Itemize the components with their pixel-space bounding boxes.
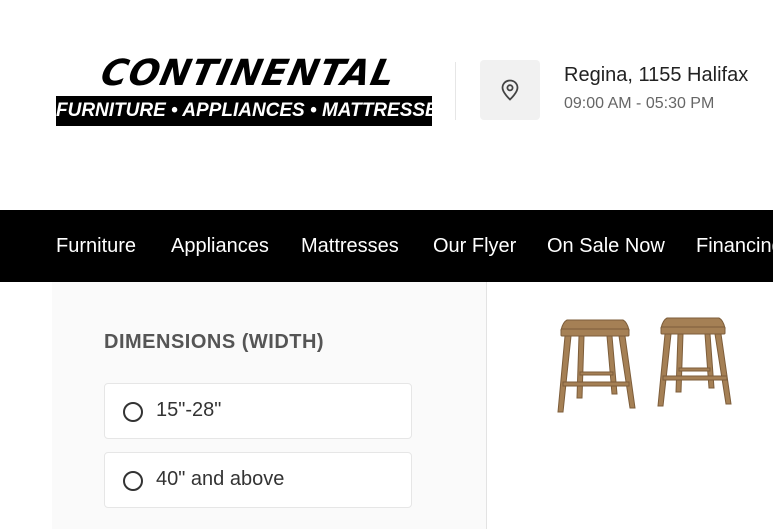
main-nav: Furniture Appliances Mattresses Our Flye… [0,210,773,282]
nav-item-our-flyer[interactable]: Our Flyer [433,210,516,282]
filter-option-15-28[interactable]: 15"-28" [104,383,412,439]
nav-item-mattresses[interactable]: Mattresses [301,210,399,282]
filter-heading-dimensions: DIMENSIONS (WIDTH) [104,331,325,353]
logo-tagline: FURNITURE • APPLIANCES • MATTRESSES [56,96,432,126]
store-hours: 09:00 AM - 05:30 PM [564,95,715,112]
continental-logo[interactable]: CONTINENTAL FURNITURE • APPLIANCES • MAT… [56,53,432,126]
site-header: CONTINENTAL FURNITURE • APPLIANCES • MAT… [0,0,773,210]
store-location-name[interactable]: Regina, 1155 Halifax [564,64,748,87]
filter-option-label: 15"-28" [156,399,222,421]
radio-unchecked-icon[interactable] [123,471,143,491]
nav-item-furniture[interactable]: Furniture [56,210,136,282]
nav-item-financing[interactable]: Financing [696,210,773,282]
header-divider [455,62,456,120]
radio-unchecked-icon[interactable] [123,402,143,422]
bar-stool-product-image[interactable] [553,312,743,418]
logo-wordmark: CONTINENTAL [97,53,400,94]
store-location-button[interactable] [480,60,540,120]
map-pin-icon [501,79,519,101]
filter-option-label: 40" and above [156,468,285,490]
nav-item-appliances[interactable]: Appliances [171,210,269,282]
nav-item-on-sale-now[interactable]: On Sale Now [547,210,665,282]
filter-option-40-above[interactable]: 40" and above [104,452,412,508]
